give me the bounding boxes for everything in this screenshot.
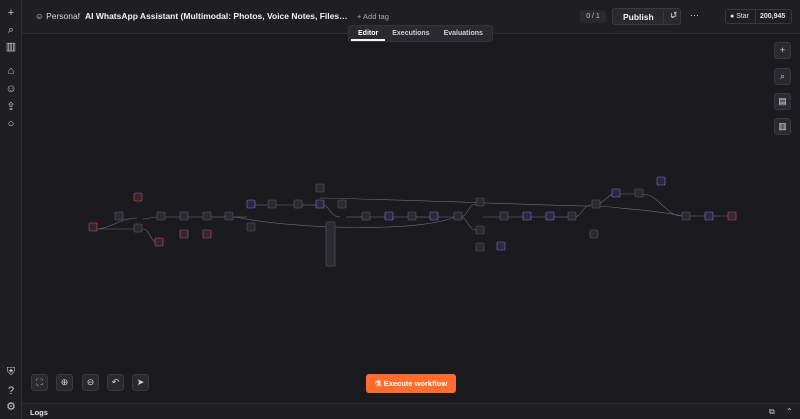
divider — [663, 11, 664, 23]
github-star-count: 200,945 — [760, 13, 786, 20]
workflow-title[interactable]: AI WhatsApp Assistant (Multimodal: Photo… — [85, 11, 348, 21]
version-counter: 0 / 1 — [580, 10, 606, 23]
user-icon: ☺ — [35, 11, 44, 21]
publish-label: Publish — [623, 12, 654, 22]
search-icon[interactable]: ⌕ — [4, 23, 18, 37]
popout-icon[interactable]: ⧉ — [769, 407, 775, 417]
chat-icon[interactable]: ○ — [4, 117, 18, 131]
add-tag-button[interactable]: + Add tag — [357, 12, 389, 21]
logs-bar[interactable]: Logs ⧉ ⌃ — [22, 403, 800, 419]
logs-label: Logs — [30, 408, 48, 417]
search-nodes-button[interactable]: ⌕ — [774, 68, 791, 85]
chevron-up-icon[interactable]: ⌃ — [786, 407, 793, 416]
zoom-out-icon: ⊖ — [86, 377, 95, 387]
github-star: ● Star — [726, 10, 756, 23]
execute-label: Execute workflow — [383, 379, 448, 388]
execute-workflow-button[interactable]: ⚗ Execute workflow — [366, 374, 456, 393]
workflow-graph[interactable] — [22, 34, 800, 403]
breadcrumb-separator: / — [78, 11, 81, 21]
shield-icon[interactable]: ⛨ — [4, 365, 18, 379]
workflow-nodes[interactable] — [88, 176, 737, 267]
settings-icon[interactable]: ⚙ — [4, 400, 18, 414]
panel-toggle-icon[interactable]: ▥ — [4, 40, 18, 54]
zoom-out-button[interactable]: ⊖ — [82, 374, 99, 391]
add-icon[interactable]: + — [4, 6, 18, 20]
left-sidebar: + ⌕ ▥ ⌂ ☺ ⇪ ○ ⛨ ? ⚙ — [0, 0, 22, 419]
undo-button[interactable]: ↶ — [107, 374, 124, 391]
fit-view-icon: ⛶ — [36, 377, 43, 387]
user-icon[interactable]: ☺ — [4, 82, 18, 96]
add-node-button[interactable]: + — [774, 42, 791, 59]
zoom-in-icon: ⊕ — [60, 377, 69, 387]
share-icon[interactable]: ⇪ — [4, 100, 18, 114]
zoom-in-button[interactable]: ⊕ — [56, 374, 73, 391]
fit-view-button[interactable]: ⛶ — [31, 374, 48, 391]
help-icon[interactable]: ? — [4, 384, 18, 398]
history-icon[interactable]: ↺ — [670, 10, 678, 21]
home-icon[interactable]: ⌂ — [4, 64, 18, 78]
star-label: Star — [736, 13, 750, 20]
note-icon: ▤ — [778, 96, 787, 106]
search-icon: ⌕ — [779, 71, 786, 81]
plus-icon: + — [779, 45, 786, 55]
project-name: Personal — [46, 11, 80, 21]
github-icon: ● — [730, 13, 735, 20]
undo-icon: ↶ — [111, 377, 120, 387]
panel-icon: ▥ — [778, 121, 787, 131]
flask-icon: ⚗ — [374, 379, 382, 388]
panel-button[interactable]: ▥ — [774, 118, 791, 135]
workflow-canvas[interactable] — [22, 34, 800, 403]
select-tool-button[interactable]: ➤ — [132, 374, 149, 391]
sticky-note-button[interactable]: ▤ — [774, 93, 791, 110]
project-breadcrumb[interactable]: ☺ Personal — [35, 11, 80, 21]
cursor-icon: ➤ — [136, 377, 145, 387]
github-star-button[interactable]: ● Star 200,945 — [725, 9, 792, 24]
more-icon[interactable]: ⋯ — [690, 10, 699, 21]
